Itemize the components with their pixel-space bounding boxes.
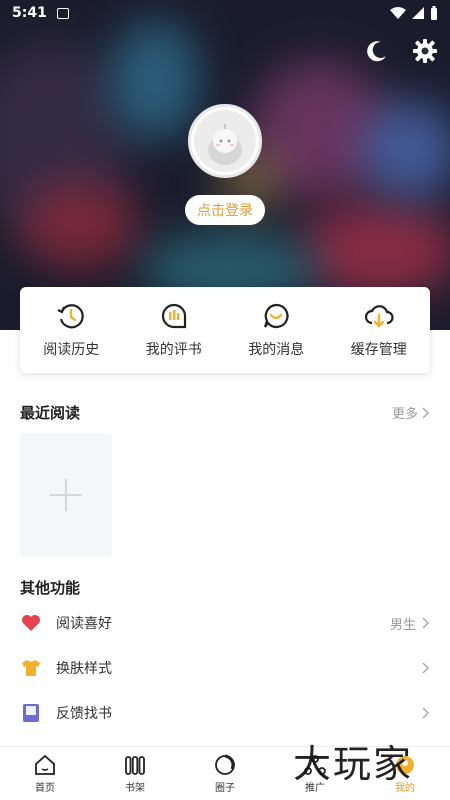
heart-icon [22,615,40,631]
circle-icon [215,754,235,775]
quick-action-my-messages[interactable]: 我的消息 [225,287,328,373]
home-icon [35,754,55,775]
nav-circle[interactable]: 圈子 [180,747,270,800]
wifi-icon [390,7,406,19]
book-icon [23,704,39,722]
nav-label: 圈子 [215,782,235,794]
more-link[interactable]: 更多 [392,403,430,422]
shirt-icon [22,660,40,676]
chevron-right-icon [422,614,430,633]
comment-bars-icon [161,303,186,329]
signal-icon [412,7,424,19]
plus-icon [50,479,82,511]
watermark: 大玩家 [293,742,414,786]
avatar[interactable] [188,104,262,178]
nav-home[interactable]: 首页 [0,747,90,800]
history-icon [57,304,84,329]
function-label: 换肤样式 [56,661,112,677]
quick-action-label: 我的评书 [145,342,202,358]
quick-action-label: 我的消息 [248,342,305,358]
nav-label: 书架 [125,782,145,794]
skin-style-row[interactable]: 换肤样式 [20,648,430,688]
chevron-right-icon [422,704,430,723]
quick-action-my-reviews[interactable]: 我的评书 [123,287,226,373]
image-notification-icon [56,7,69,19]
recent-reading-title: 最近阅读 [20,404,81,422]
nav-label: 首页 [35,782,55,794]
quick-actions-card: 阅读历史 我的评书 我的消息 缓存管理 [20,287,430,373]
gear-icon[interactable] [412,38,438,64]
moon-icon[interactable] [364,38,390,64]
bookshelf-icon [125,755,145,775]
avatar-placeholder-icon [194,110,256,172]
reading-preference-row[interactable]: 阅读喜好 男生 [20,603,430,643]
login-button[interactable]: 点击登录 [185,195,265,225]
feedback-find-book-row[interactable]: 反馈找书 [20,693,430,733]
more-label: 更多 [391,407,418,422]
chevron-right-icon [422,659,430,678]
other-functions-title: 其他功能 [20,579,81,597]
function-label: 反馈找书 [56,706,112,722]
chevron-right-icon [422,406,430,419]
quick-action-label: 阅读历史 [43,342,100,358]
reading-preference-value: 男生 [389,617,416,633]
quick-action-label: 缓存管理 [350,342,407,358]
battery-icon [431,6,437,20]
quick-action-cache-management[interactable]: 缓存管理 [328,287,431,373]
add-book-tile[interactable] [20,433,112,557]
status-time: 5:41 [12,5,47,21]
status-bar: 5:41 [0,0,450,26]
cloud-download-icon [364,305,394,328]
message-icon [264,303,289,329]
function-label: 阅读喜好 [56,616,112,632]
quick-action-reading-history[interactable]: 阅读历史 [20,287,123,373]
nav-bookshelf[interactable]: 书架 [90,747,180,800]
